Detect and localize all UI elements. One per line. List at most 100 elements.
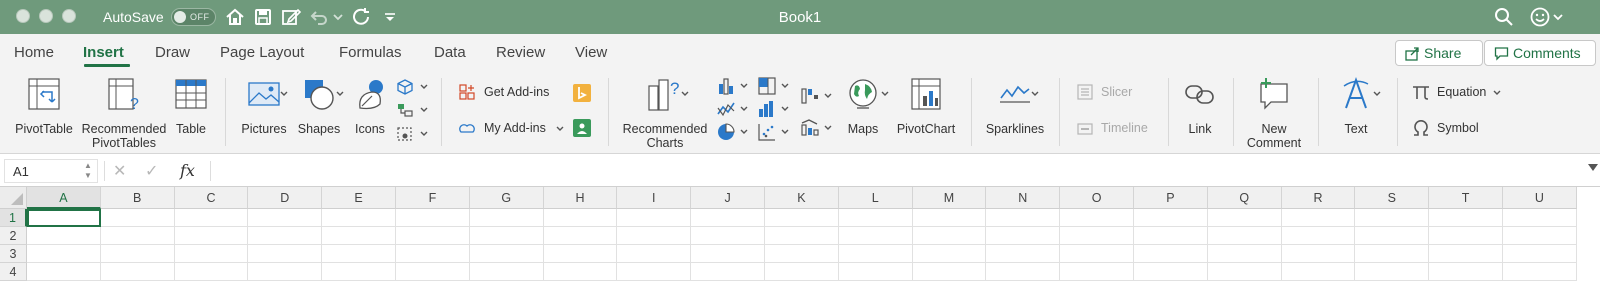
recommended-pivottables-button[interactable]: ? Recommended PivotTables <box>80 76 168 150</box>
cell-q3[interactable] <box>1207 245 1282 263</box>
cell-k2[interactable] <box>765 227 839 245</box>
cell-d3[interactable] <box>248 245 323 263</box>
cell-h2[interactable] <box>543 227 618 245</box>
column-header-g[interactable]: G <box>469 187 544 209</box>
cell-q4[interactable] <box>1207 263 1282 281</box>
sparklines-dropdown-chevron-icon[interactable] <box>1031 91 1039 97</box>
symbol-button[interactable]: Symbol <box>1437 121 1479 135</box>
cell-j4[interactable] <box>691 263 765 281</box>
column-header-b[interactable]: B <box>100 187 175 209</box>
my-addins-button[interactable]: My Add-ins <box>484 121 546 135</box>
cell-p2[interactable] <box>1134 227 1208 245</box>
name-box-stepper-icon[interactable]: ▲ ▼ <box>84 161 92 181</box>
cell-t2[interactable] <box>1429 227 1503 245</box>
cell-j3[interactable] <box>691 245 765 263</box>
line-chart-icon[interactable] <box>716 99 736 119</box>
smartart-dropdown-chevron-icon[interactable] <box>420 107 428 113</box>
cell-p1[interactable] <box>1134 209 1208 227</box>
tab-data[interactable]: Data <box>434 44 466 61</box>
3d-models-dropdown-chevron-icon[interactable] <box>420 84 428 90</box>
maps-dropdown-chevron-icon[interactable] <box>881 91 889 97</box>
search-icon[interactable] <box>1493 6 1515 28</box>
formula-input[interactable] <box>210 161 1560 181</box>
column-header-d[interactable]: D <box>248 187 323 209</box>
my-addins-dropdown-chevron-icon[interactable] <box>556 126 564 132</box>
combo-chart-dropdown-chevron-icon[interactable] <box>824 125 832 131</box>
equation-dropdown-chevron-icon[interactable] <box>1493 90 1501 96</box>
cell-d2[interactable] <box>248 227 323 245</box>
cell-s4[interactable] <box>1355 263 1430 281</box>
cell-m3[interactable] <box>912 245 987 263</box>
statistic-chart-dropdown-chevron-icon[interactable] <box>781 106 789 112</box>
cell-h4[interactable] <box>543 263 618 281</box>
cell-i4[interactable] <box>617 263 692 281</box>
cell-n1[interactable] <box>986 209 1061 227</box>
column-header-c[interactable]: C <box>174 187 249 209</box>
pictures-dropdown-chevron-icon[interactable] <box>280 91 288 97</box>
bing-icon[interactable] <box>572 83 592 103</box>
cell-p4[interactable] <box>1134 263 1208 281</box>
cell-r1[interactable] <box>1281 209 1356 227</box>
pivotchart-button[interactable]: PivotChart <box>894 76 958 136</box>
column-header-j[interactable]: J <box>691 187 765 209</box>
cell-b4[interactable] <box>100 263 175 281</box>
recommended-charts-button[interactable]: ? Recommended Charts <box>620 76 710 150</box>
cell-f3[interactable] <box>396 245 470 263</box>
cell-c3[interactable] <box>174 245 249 263</box>
cell-f2[interactable] <box>396 227 470 245</box>
column-header-r[interactable]: R <box>1281 187 1356 209</box>
cell-e1[interactable] <box>322 209 396 227</box>
cell-j2[interactable] <box>691 227 765 245</box>
cell-r4[interactable] <box>1281 263 1356 281</box>
icons-button[interactable]: Icons <box>350 76 390 136</box>
comments-button[interactable]: Comments <box>1484 40 1596 66</box>
new-comment-button[interactable]: New Comment <box>1242 76 1306 150</box>
row-header-1[interactable]: 1 <box>0 209 27 227</box>
cell-t4[interactable] <box>1429 263 1503 281</box>
cell-o1[interactable] <box>1060 209 1134 227</box>
waterfall-chart-icon[interactable] <box>800 85 820 105</box>
tab-view[interactable]: View <box>575 44 607 61</box>
column-header-q[interactable]: Q <box>1207 187 1282 209</box>
cell-c2[interactable] <box>174 227 249 245</box>
column-header-f[interactable]: F <box>396 187 470 209</box>
cell-a2[interactable] <box>27 227 101 245</box>
row-header-2[interactable]: 2 <box>0 227 27 245</box>
tab-insert[interactable]: Insert <box>83 44 124 61</box>
column-header-t[interactable]: T <box>1429 187 1503 209</box>
cell-b3[interactable] <box>100 245 175 263</box>
insert-function-button[interactable]: fx <box>180 161 195 180</box>
expand-formula-bar-icon[interactable] <box>1588 164 1598 171</box>
cell-k3[interactable] <box>765 245 839 263</box>
column-chart-icon[interactable] <box>716 76 736 96</box>
column-header-h[interactable]: H <box>543 187 618 209</box>
screenshot-dropdown-chevron-icon[interactable] <box>420 131 428 137</box>
tab-home[interactable]: Home <box>14 44 54 61</box>
cell-a3[interactable] <box>27 245 101 263</box>
screenshot-icon[interactable] <box>396 125 414 143</box>
tab-formulas[interactable]: Formulas <box>339 44 402 61</box>
sparklines-button[interactable]: Sparklines <box>982 76 1048 136</box>
column-header-l[interactable]: L <box>838 187 913 209</box>
column-header-i[interactable]: I <box>617 187 692 209</box>
pictures-button[interactable]: Pictures <box>236 76 292 136</box>
cell-h3[interactable] <box>543 245 618 263</box>
cell-o4[interactable] <box>1060 263 1134 281</box>
confirm-formula-icon[interactable]: ✓ <box>145 161 158 181</box>
cell-n2[interactable] <box>986 227 1061 245</box>
cell-t3[interactable] <box>1429 245 1503 263</box>
column-header-o[interactable]: O <box>1060 187 1134 209</box>
cell-p3[interactable] <box>1134 245 1208 263</box>
column-header-p[interactable]: P <box>1134 187 1208 209</box>
cell-l2[interactable] <box>838 227 913 245</box>
cell-h1[interactable] <box>543 209 618 227</box>
equation-button[interactable]: Equation <box>1437 85 1486 99</box>
cell-o3[interactable] <box>1060 245 1134 263</box>
cell-r3[interactable] <box>1281 245 1356 263</box>
column-header-n[interactable]: N <box>986 187 1061 209</box>
cell-o2[interactable] <box>1060 227 1134 245</box>
smartart-icon[interactable] <box>396 101 414 119</box>
get-addins-button[interactable]: Get Add-ins <box>484 85 549 99</box>
cell-f1[interactable] <box>396 209 470 227</box>
cell-l1[interactable] <box>838 209 913 227</box>
